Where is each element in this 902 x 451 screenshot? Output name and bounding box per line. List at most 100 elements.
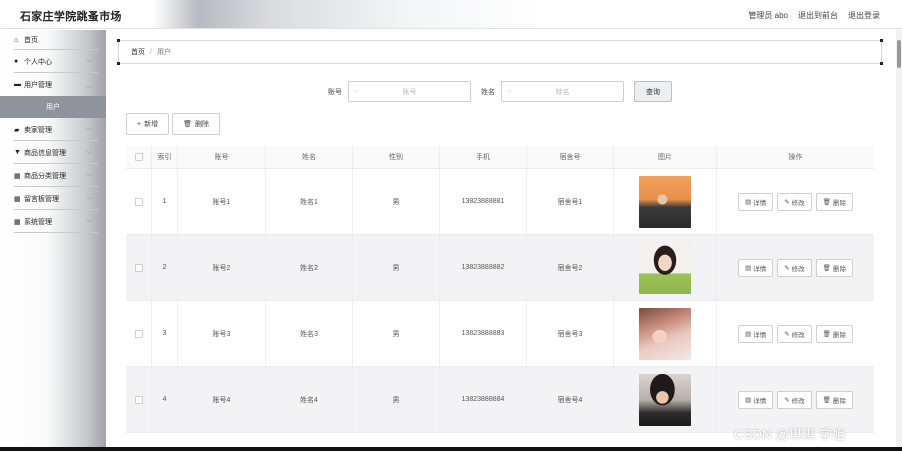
cell-account: 账号4 — [178, 367, 266, 432]
cell-index: 3 — [152, 301, 178, 366]
top-header: 石家庄学院跳蚤市场 管理员 abo 退出到前台 退出登录 — [0, 0, 902, 29]
column-header: 操作 — [788, 154, 803, 161]
operations-cell: ▤ 详情 ✎ 修改 🗑 删除 — [717, 235, 874, 300]
chevron-down-icon: ﹀ — [85, 175, 92, 181]
table-header: 索引 账号 姓名 性别 手机 宿舍号 图片 操作 — [126, 146, 874, 169]
edit-icon: ✎ — [784, 330, 790, 338]
delete-label: 删除 — [832, 331, 846, 339]
edit-button[interactable]: ✎ 修改 — [777, 390, 812, 409]
select-all-checkbox[interactable] — [134, 153, 143, 161]
detail-button[interactable]: ▤ 详情 — [738, 324, 774, 343]
scrollbar-thumb[interactable] — [897, 40, 901, 68]
sidebar-item-profile[interactable]: ● 个人中心 ﹀ — [0, 50, 106, 73]
trash-icon: 🗑 — [822, 330, 831, 338]
photo-cell — [614, 367, 717, 432]
edit-button[interactable]: ✎ 修改 — [777, 324, 812, 343]
chevron-down-icon: ﹀ — [85, 221, 92, 227]
add-button[interactable]: + 新增 — [126, 113, 170, 135]
cell-name: 姓名4 — [266, 367, 353, 432]
cell-phone: 13823888881 — [440, 169, 527, 234]
row-checkbox[interactable] — [134, 263, 143, 272]
column-header: 姓名 — [266, 146, 353, 168]
user-photo — [639, 241, 691, 294]
delete-label: 删除 — [832, 265, 846, 273]
row-checkbox[interactable] — [134, 197, 143, 206]
edit-button[interactable]: ✎ 修改 — [777, 192, 812, 211]
cell-name: 姓名3 — [266, 301, 353, 366]
detail-label: 详情 — [753, 397, 767, 405]
trash-icon: 🗑 — [822, 396, 831, 404]
cell-dorm: 宿舍号4 — [527, 367, 614, 432]
grid-icon: ▦ — [14, 195, 21, 203]
row-checkbox[interactable] — [134, 329, 143, 338]
edit-button[interactable]: ✎ 修改 — [777, 258, 812, 277]
name-search-input[interactable]: ○ 姓名 — [501, 81, 624, 102]
delete-button[interactable]: 🗑 删除 — [815, 390, 853, 409]
sidebar-item-system-management[interactable]: ▦ 系统管理 ﹀ — [0, 210, 106, 233]
trash-icon: 🗑 — [822, 264, 831, 272]
delete-button[interactable]: 🗑 删除 — [815, 324, 853, 343]
column-header: 索引 — [152, 146, 178, 168]
vertical-scrollbar[interactable] — [896, 30, 902, 451]
breadcrumb-current: 用户 — [156, 49, 171, 56]
sidebar-item-home[interactable]: ⌂ 首页 — [0, 30, 106, 50]
admin-label: 管理员 abo — [748, 11, 788, 20]
column-header: 宿舍号 — [527, 146, 614, 168]
sidebar-item-message-management[interactable]: ▦ 留言板管理 ﹀ — [0, 187, 106, 210]
grid-icon: ▦ — [14, 218, 21, 226]
user-photo — [639, 307, 691, 360]
detail-button[interactable]: ▤ 详情 — [738, 258, 774, 277]
photo-cell — [614, 301, 717, 366]
table-row: 2 账号2 姓名2 男 13823888882 宿舍号2 ▤ 详情 ✎ 修改 🗑 删除 — [126, 235, 874, 301]
cell-phone: 13823888884 — [440, 367, 527, 432]
search-bar: 账号 ○ 账号 姓名 ○ 姓名 查询 — [328, 81, 672, 102]
row-checkbox[interactable] — [134, 395, 143, 404]
photo-cell — [614, 235, 717, 300]
cell-gender: 男 — [353, 169, 440, 234]
chevron-down-icon: ﹀ — [85, 129, 92, 135]
sidebar-item-user-management[interactable]: ▬ 用户管理 ︿ — [0, 73, 106, 96]
main-content: 首页 / 用户 账号 ○ 账号 姓名 ○ 姓名 查询 + 新增 🗑 删除 索引 … — [106, 30, 896, 451]
edit-label: 修改 — [791, 397, 805, 405]
breadcrumb-home[interactable]: 首页 — [131, 47, 145, 57]
edit-icon: ✎ — [784, 396, 790, 404]
sidebar-item-label: 用户管理 — [24, 81, 52, 89]
detail-button[interactable]: ▤ 详情 — [738, 192, 774, 211]
cell-dorm: 宿舍号2 — [527, 235, 614, 300]
table-row: 3 账号3 姓名3 男 13823888883 宿舍号3 ▤ 详情 ✎ 修改 🗑 删除 — [126, 301, 874, 367]
batch-delete-button[interactable]: 🗑 删除 — [172, 113, 220, 135]
detail-label: 详情 — [753, 199, 767, 207]
sidebar-item-seller-management[interactable]: ▰ 卖家管理 ﹀ — [0, 118, 106, 141]
column-header: 账号 — [178, 146, 266, 168]
cell-name: 姓名1 — [266, 169, 353, 234]
sidebar-item-label: 个人中心 — [24, 58, 52, 66]
sidebar-item-label: 留言板管理 — [24, 195, 59, 203]
delete-button[interactable]: 🗑 删除 — [815, 192, 853, 211]
sidebar-subitem-users[interactable]: 用户 — [0, 96, 106, 118]
bottom-edge — [0, 447, 902, 451]
edit-label: 修改 — [791, 265, 805, 273]
back-to-frontend-link[interactable]: 退出到前台 — [798, 10, 838, 21]
detail-icon: ▤ — [745, 198, 752, 206]
operations-cell: ▤ 详情 ✎ 修改 🗑 删除 — [717, 169, 874, 234]
sidebar-item-label: 商品分类管理 — [24, 172, 66, 180]
edit-label: 修改 — [791, 199, 805, 207]
breadcrumb: 首页 / 用户 — [117, 39, 883, 65]
detail-button[interactable]: ▤ 详情 — [738, 390, 774, 409]
edit-icon: ✎ — [784, 198, 790, 206]
sidebar-item-label: 首页 — [24, 37, 38, 44]
corner-marker — [880, 62, 883, 65]
watermark: CSDN @琪琪 学姐 — [734, 427, 846, 442]
search-button[interactable]: 查询 — [634, 81, 672, 102]
sidebar-item-category-management[interactable]: ▦ 商品分类管理 ﹀ — [0, 164, 106, 187]
sidebar-item-goods-management[interactable]: ▼ 商品信息管理 ﹀ — [0, 141, 106, 164]
account-search-input[interactable]: ○ 账号 — [348, 81, 471, 102]
logout-link[interactable]: 退出登录 — [848, 10, 880, 21]
cell-phone: 13823888883 — [440, 301, 527, 366]
add-button-label: 新增 — [144, 121, 159, 128]
action-bar: + 新增 🗑 删除 — [126, 113, 220, 135]
account-label: 账号 — [328, 88, 342, 96]
cell-gender: 男 — [353, 235, 440, 300]
delete-button[interactable]: 🗑 删除 — [815, 258, 853, 277]
sidebar-item-label: 系统管理 — [24, 218, 52, 226]
